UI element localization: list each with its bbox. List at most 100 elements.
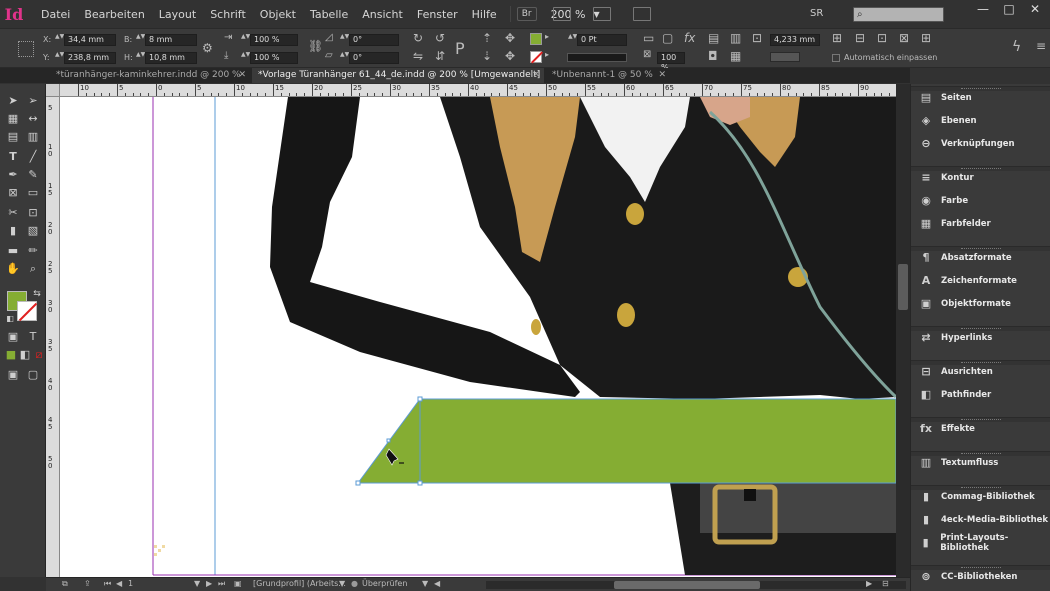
scale-x-stepper[interactable]: ▲▼	[241, 34, 250, 46]
rotate-cw-icon[interactable]: ↻	[413, 31, 423, 45]
share-icon[interactable]: ⇪	[84, 579, 91, 588]
screen-mode-preview-icon[interactable]: ▢	[26, 368, 40, 382]
menu-item[interactable]: Ansicht	[355, 8, 410, 21]
vertical-scroll-thumb[interactable]	[898, 264, 908, 310]
default-colors-icon[interactable]: ◧	[3, 312, 17, 326]
constrain-proportions-icon[interactable]: ⚙	[202, 41, 213, 55]
panel-textumfluss[interactable]: ▥ Textumfluss	[911, 452, 1050, 474]
chevron-down-icon[interactable]: ▸	[545, 32, 549, 41]
lightning-icon[interactable]: ϟ	[1012, 39, 1021, 55]
panel-print-layouts-bibliothek[interactable]: ▮ Print-Layouts-Bibliothek	[911, 532, 1050, 554]
vertical-scrollbar[interactable]	[896, 84, 910, 577]
menu-item[interactable]: Datei	[34, 8, 77, 21]
view-icon[interactable]: ⧉	[62, 579, 68, 589]
select-previous-icon[interactable]: ⇣	[482, 49, 492, 63]
chevron-down-icon[interactable]: ▼	[339, 579, 345, 588]
swap-colors-icon[interactable]: ⇆	[30, 287, 44, 301]
stroke-weight-field[interactable]: 0 Pt	[577, 34, 627, 46]
panel-hyperlinks[interactable]: ⇄ Hyperlinks	[911, 327, 1050, 349]
panel-ebenen[interactable]: ◈ Ebenen	[911, 110, 1050, 132]
rotate-field[interactable]: 0°	[349, 34, 399, 46]
chevron-down-icon[interactable]: ▼	[422, 579, 428, 588]
fit-content-icon[interactable]: ⊞	[832, 31, 842, 45]
type-tool-icon[interactable]: T	[6, 150, 20, 164]
menu-item[interactable]: Bearbeiten	[77, 8, 151, 21]
chimney-sweep-photo[interactable]	[270, 97, 896, 575]
direct-selection-tool-icon[interactable]: ➢	[26, 94, 40, 108]
panel-farbe[interactable]: ◉ Farbe	[911, 190, 1050, 212]
rotate-ccw-icon[interactable]: ↺	[435, 31, 445, 45]
document-canvas[interactable]	[60, 97, 896, 577]
first-page-icon[interactable]: ⏮	[104, 579, 111, 589]
gradient-feather-tool-icon[interactable]: ▧	[26, 224, 40, 238]
apply-none-icon[interactable]: ⧄	[32, 348, 46, 362]
link-scale-icon[interactable]: ⛓	[308, 39, 323, 53]
menu-item[interactable]: Hilfe	[465, 8, 504, 21]
panel-4eck-media-bibliothek[interactable]: ▮ 4eck-Media-Bibliothek	[911, 509, 1050, 531]
width-stepper[interactable]: ▲▼	[136, 34, 145, 46]
panel-cc-bibliotheken[interactable]: ⊚ CC-Bibliotheken	[911, 566, 1050, 588]
anchor-point[interactable]	[386, 438, 391, 443]
chevron-down-icon[interactable]: ▼	[194, 579, 200, 588]
scale-y-field[interactable]: 100 %	[250, 52, 298, 64]
document-tab[interactable]: *Vorlage Türanhänger 61_44_de.indd @ 200…	[252, 68, 544, 83]
select-next-icon[interactable]: ✥	[505, 49, 515, 63]
corner-shape-select[interactable]	[770, 52, 800, 62]
gap-tool-icon[interactable]: ↔	[26, 112, 40, 126]
close-button[interactable]: ✕	[1022, 0, 1048, 18]
panel-absatzformate[interactable]: ¶ Absatzformate	[911, 247, 1050, 269]
bridge-button[interactable]: Br	[516, 7, 537, 21]
banner-polygon[interactable]	[357, 398, 896, 484]
rectangle-frame-tool-icon[interactable]: ⊠	[6, 186, 20, 200]
panel-commag-bibliothek[interactable]: ▮ Commag-Bibliothek	[911, 486, 1050, 508]
next-page-icon[interactable]: ▶	[206, 579, 212, 588]
vertical-ruler[interactable]: 5 1 0 1 5 2 0 2 5 3 0 3 5 4 0 4 5 5 0	[46, 97, 60, 577]
frame-icon[interactable]: ▭	[643, 31, 654, 45]
height-stepper[interactable]: ▲▼	[136, 52, 145, 64]
note-tool-icon[interactable]: ▬	[6, 244, 20, 258]
panel-seiten[interactable]: ▤ Seiten	[911, 87, 1050, 109]
close-tab-icon[interactable]: ✕	[532, 68, 540, 83]
scissors-tool-icon[interactable]: ✂	[6, 206, 20, 220]
effects-icon[interactable]: fx	[684, 31, 695, 45]
anchor-point[interactable]	[417, 480, 423, 486]
width-field[interactable]: 8 mm	[145, 34, 197, 46]
layout-view-icon[interactable]: ▣	[234, 579, 242, 588]
menu-item[interactable]: Tabelle	[303, 8, 355, 21]
content-placer-icon[interactable]: ▥	[26, 130, 40, 144]
content-collector-icon[interactable]: ▤	[6, 130, 20, 144]
panel-objektformate[interactable]: ▣ Objektformate	[911, 293, 1050, 315]
page-tool-icon[interactable]: ▦	[6, 112, 20, 126]
shear-stepper[interactable]: ▲▼	[340, 52, 349, 64]
anchor-point[interactable]	[417, 396, 423, 402]
free-transform-tool-icon[interactable]: ⊡	[26, 206, 40, 220]
center-content-icon[interactable]: ⊡	[877, 31, 887, 45]
panel-ausrichten[interactable]: ⊟ Ausrichten	[911, 361, 1050, 383]
document-tab[interactable]: *türanhänger-kaminkehrer.indd @ 200 % ✕	[50, 68, 250, 83]
horizontal-scrollbar[interactable]	[486, 581, 906, 589]
text-wrap-none-icon[interactable]: ▤	[708, 31, 719, 45]
eyedropper-tool-icon[interactable]: ✏	[26, 244, 40, 258]
split-view-icon[interactable]: ⊟	[882, 579, 889, 588]
height-field[interactable]: 10,8 mm	[145, 52, 197, 64]
ruler-origin[interactable]	[46, 84, 60, 97]
x-field[interactable]: 34,4 mm	[64, 34, 116, 46]
close-tab-icon[interactable]: ✕	[658, 68, 666, 83]
panel-effekte[interactable]: fx Effekte	[911, 418, 1050, 440]
maximize-button[interactable]: □	[996, 0, 1022, 18]
selection-tool-icon[interactable]: ➤	[6, 94, 20, 108]
panel-pathfinder[interactable]: ◧ Pathfinder	[911, 384, 1050, 406]
opacity-field[interactable]: 100 %	[657, 52, 685, 72]
screen-mode-normal-icon[interactable]: ▣	[6, 368, 20, 382]
y-stepper[interactable]: ▲▼	[55, 52, 64, 64]
preflight-profile[interactable]: [Grundprofil] (Arbeits...	[253, 579, 346, 588]
flip-horizontal-icon[interactable]: ⇋	[413, 49, 423, 63]
scale-y-stepper[interactable]: ▲▼	[241, 52, 250, 64]
shadow-icon[interactable]: ▢	[662, 31, 673, 45]
horizontal-ruler[interactable]: 10 5 0 5 10 15 20 25 30 35 40 45 50 55 60 65 70 75 80 85 90	[60, 84, 896, 97]
minimize-button[interactable]: —	[970, 0, 996, 18]
anchor-point[interactable]	[355, 480, 361, 486]
scale-x-field[interactable]: 100 %	[250, 34, 298, 46]
menu-item[interactable]: Layout	[152, 8, 203, 21]
menu-item[interactable]: Fenster	[410, 8, 465, 21]
